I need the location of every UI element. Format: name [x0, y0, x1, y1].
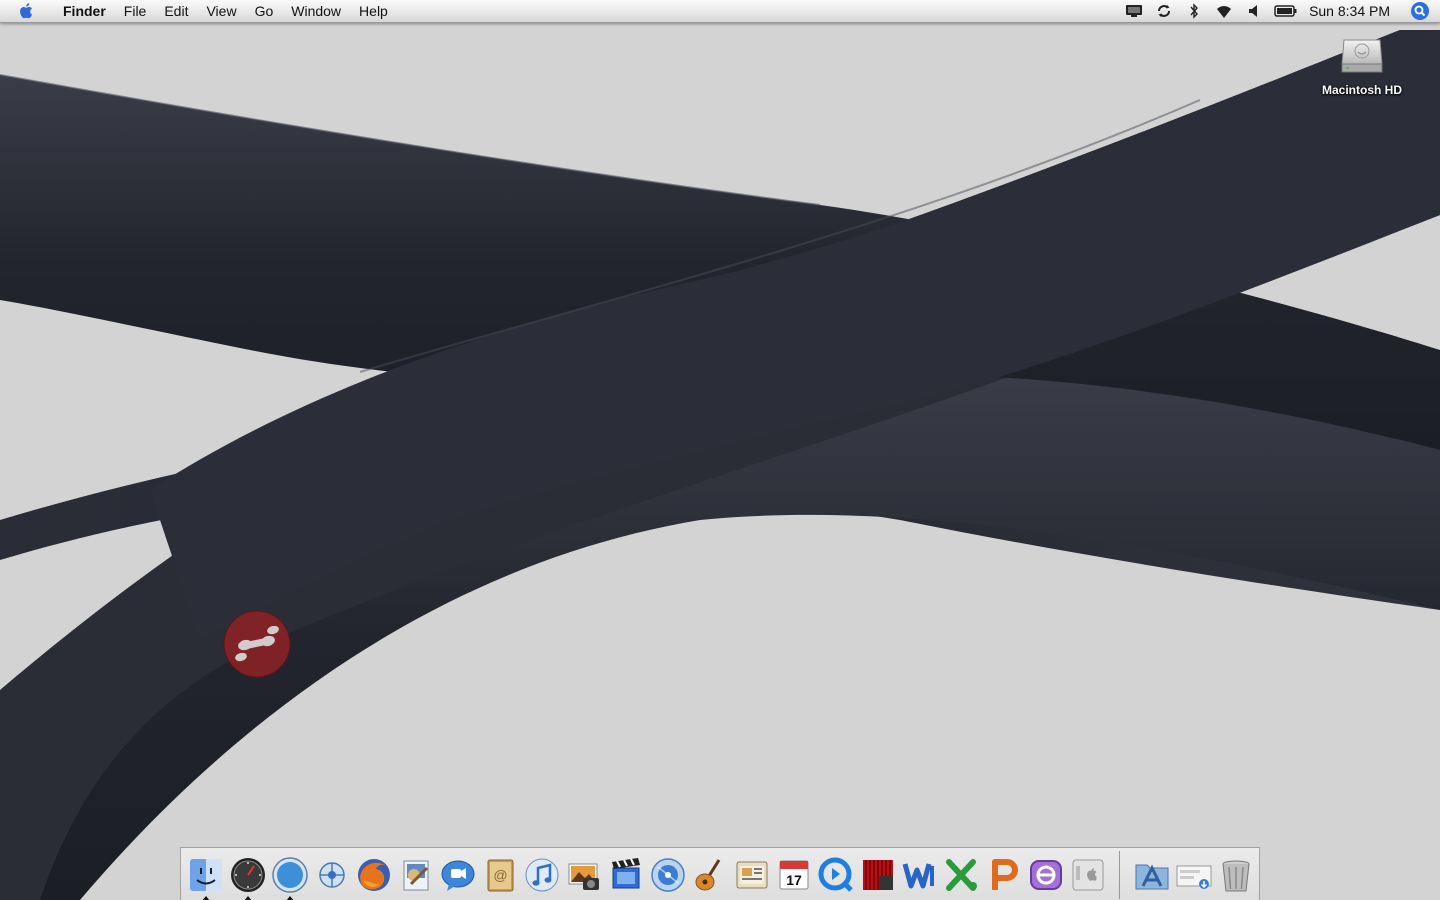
desktop-icon-macintosh-hd[interactable]: Macintosh HD	[1310, 30, 1414, 97]
calendar-day: 17	[786, 872, 802, 888]
dock-iphoto[interactable]	[563, 854, 605, 896]
menu-file[interactable]: File	[115, 0, 156, 22]
dock-finder[interactable]	[185, 854, 227, 900]
applications-folder-icon	[1135, 864, 1169, 890]
menu-help[interactable]: Help	[350, 0, 397, 22]
dock-front-row[interactable]	[857, 854, 899, 896]
sync-icon[interactable]	[1149, 0, 1179, 22]
itunes-icon	[525, 858, 559, 892]
menu-clock[interactable]: Sun 8:34 PM	[1303, 0, 1400, 22]
red-badge-widget[interactable]	[223, 610, 291, 678]
menu-edit[interactable]: Edit	[155, 0, 197, 22]
dock-downloads-stack[interactable]	[1173, 854, 1215, 896]
idvd-icon	[651, 858, 685, 892]
powerpoint-icon	[992, 859, 1018, 890]
menu-app-finder[interactable]: Finder	[54, 0, 115, 22]
imovie-icon	[612, 858, 640, 889]
dock-address-book[interactable]: @	[479, 854, 521, 896]
volume-icon[interactable]	[1239, 0, 1269, 22]
ichat-icon	[441, 860, 475, 891]
dock-system-preferences[interactable]	[1067, 854, 1109, 896]
preview-icon	[403, 860, 429, 891]
desktop-icon-label: Macintosh HD	[1321, 83, 1402, 97]
finder-icon	[190, 859, 222, 891]
dashboard-icon	[231, 858, 265, 892]
menu-go[interactable]: Go	[246, 0, 283, 22]
dock-network-utility[interactable]	[311, 854, 353, 896]
network-icon	[319, 862, 345, 888]
trash-icon	[1222, 860, 1250, 892]
excel-icon	[946, 859, 977, 891]
wifi-icon[interactable]	[1209, 0, 1239, 22]
address-book-icon: @	[487, 859, 514, 892]
dock-ichat[interactable]	[437, 854, 479, 896]
bluetooth-icon[interactable]	[1179, 0, 1209, 22]
dock-itunes[interactable]	[521, 854, 563, 896]
dock-safari[interactable]	[269, 854, 311, 900]
entourage-icon	[1030, 860, 1062, 890]
dock: @ 17	[180, 847, 1260, 900]
front-row-icon	[863, 860, 893, 890]
running-indicator	[286, 896, 294, 900]
dock-excel[interactable]	[941, 854, 983, 896]
menu-view[interactable]: View	[197, 0, 245, 22]
red-badge-icon	[223, 610, 291, 678]
quicktime-icon	[818, 857, 853, 892]
iweb-icon	[736, 861, 768, 889]
ical-icon: 17	[779, 860, 809, 890]
garageband-icon	[695, 859, 721, 891]
system-prefs-icon	[1072, 859, 1104, 891]
iphoto-icon	[568, 863, 599, 890]
downloads-icon	[1176, 865, 1212, 889]
running-indicator	[202, 896, 210, 900]
hard-drive-icon	[1338, 30, 1386, 78]
desktop	[0, 0, 1440, 900]
apple-menu[interactable]	[0, 0, 54, 22]
menu-window[interactable]: Window	[282, 0, 350, 22]
dock-imovie[interactable]	[605, 854, 647, 896]
dock-dashboard[interactable]	[227, 854, 269, 900]
dock-iweb[interactable]	[731, 854, 773, 896]
dock-preview[interactable]	[395, 854, 437, 896]
display-icon[interactable]	[1119, 0, 1149, 22]
dock-quicktime[interactable]	[815, 854, 857, 896]
dock-separator	[1119, 851, 1120, 899]
dock-powerpoint[interactable]	[983, 854, 1025, 896]
svg-text:@: @	[493, 867, 507, 883]
menu-bar: Finder File Edit View Go Window Help Sun…	[0, 0, 1440, 23]
firefox-icon	[358, 859, 390, 891]
battery-icon[interactable]	[1269, 0, 1303, 22]
dock-idvd[interactable]	[647, 854, 689, 896]
spotlight-icon	[1411, 2, 1429, 20]
dock-ical[interactable]: 17	[773, 854, 815, 896]
dock-applications-stack[interactable]	[1131, 854, 1173, 896]
safari-icon	[272, 857, 308, 893]
dock-firefox[interactable]	[353, 854, 395, 896]
dock-entourage[interactable]	[1025, 854, 1067, 896]
word-icon	[902, 863, 934, 889]
wallpaper	[0, 0, 1440, 900]
dock-word[interactable]	[899, 854, 941, 896]
apple-logo-icon	[20, 3, 32, 19]
running-indicator	[244, 896, 252, 900]
spotlight-button[interactable]	[1400, 0, 1440, 22]
dock-trash[interactable]	[1215, 854, 1257, 896]
dock-garageband[interactable]	[689, 854, 731, 896]
